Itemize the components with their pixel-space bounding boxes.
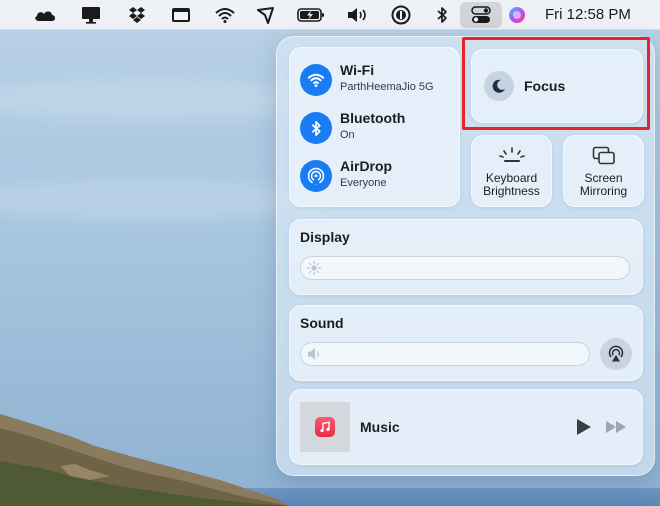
wifi-toggle[interactable]: Wi-Fi ParthHeemaJio 5G	[300, 60, 455, 100]
wifi-icon[interactable]	[300, 64, 332, 96]
keyboard-brightness-label-line2: Brightness	[483, 184, 540, 198]
airdrop-toggle[interactable]: AirDrop Everyone	[300, 156, 455, 196]
window-icon[interactable]	[171, 0, 191, 30]
coastline-decoration	[0, 414, 290, 506]
speaker-icon	[307, 347, 323, 366]
menu-bar-clock[interactable]: Fri 12:58 PM	[545, 0, 631, 30]
airplay-audio-button[interactable]	[600, 338, 632, 370]
fast-forward-button[interactable]	[605, 420, 627, 439]
bluetooth-toggle[interactable]: Bluetooth On	[300, 108, 455, 148]
airplay-audio-icon	[608, 345, 624, 362]
sun-icon	[306, 260, 322, 280]
sound-title: Sound	[300, 315, 344, 331]
keyboard-brightness-tile[interactable]: Keyboard Brightness	[471, 135, 552, 207]
menu-bar: Fri 12:58 PM	[0, 0, 660, 30]
play-button[interactable]	[576, 418, 592, 441]
music-app-icon	[315, 417, 335, 437]
onedrive-icon[interactable]	[32, 0, 58, 30]
airdrop-title: AirDrop	[340, 158, 393, 174]
display-title: Display	[300, 229, 350, 245]
dropbox-icon[interactable]	[128, 0, 146, 30]
bluetooth-status: On	[340, 129, 355, 141]
airdrop-icon[interactable]	[300, 160, 332, 192]
wifi-icon[interactable]	[215, 0, 235, 30]
control-center-icon[interactable]	[470, 0, 492, 30]
display-brightness-slider[interactable]	[300, 256, 630, 280]
fast-forward-icon	[606, 421, 626, 433]
onepassword-icon[interactable]	[391, 0, 411, 30]
album-artwork	[300, 402, 350, 452]
display-icon[interactable]	[80, 0, 102, 30]
bluetooth-title: Bluetooth	[340, 110, 406, 126]
play-icon	[577, 419, 591, 435]
bluetooth-icon[interactable]	[435, 0, 449, 30]
screen-mirroring-label: Screen Mirroring	[564, 172, 643, 198]
vector-app-icon[interactable]	[255, 0, 277, 30]
wifi-title: Wi-Fi	[340, 62, 375, 78]
bluetooth-icon[interactable]	[300, 112, 332, 144]
volume-slider[interactable]	[300, 342, 590, 366]
network-tile: Wi-Fi ParthHeemaJio 5G Bluetooth On AirD…	[289, 47, 460, 207]
battery-charging-icon[interactable]	[296, 0, 326, 30]
siri-icon[interactable]	[508, 0, 526, 30]
sound-tile: Sound	[289, 305, 643, 381]
keyboard-brightness-label: Keyboard Brightness	[472, 172, 551, 198]
airdrop-status: Everyone	[340, 177, 387, 189]
screen-mirroring-tile[interactable]: Screen Mirroring	[563, 135, 644, 207]
display-tile: Display	[289, 219, 643, 295]
screen-mirroring-label-line2: Mirroring	[579, 184, 628, 198]
focus-highlight-box	[462, 37, 650, 130]
now-playing-app-name: Music	[360, 419, 400, 435]
now-playing-tile[interactable]: Music	[289, 389, 643, 465]
keyboard-brightness-icon	[472, 146, 551, 164]
wifi-network-name: ParthHeemaJio 5G	[340, 81, 434, 93]
screen-mirroring-icon	[564, 146, 643, 166]
volume-icon[interactable]	[347, 0, 369, 30]
